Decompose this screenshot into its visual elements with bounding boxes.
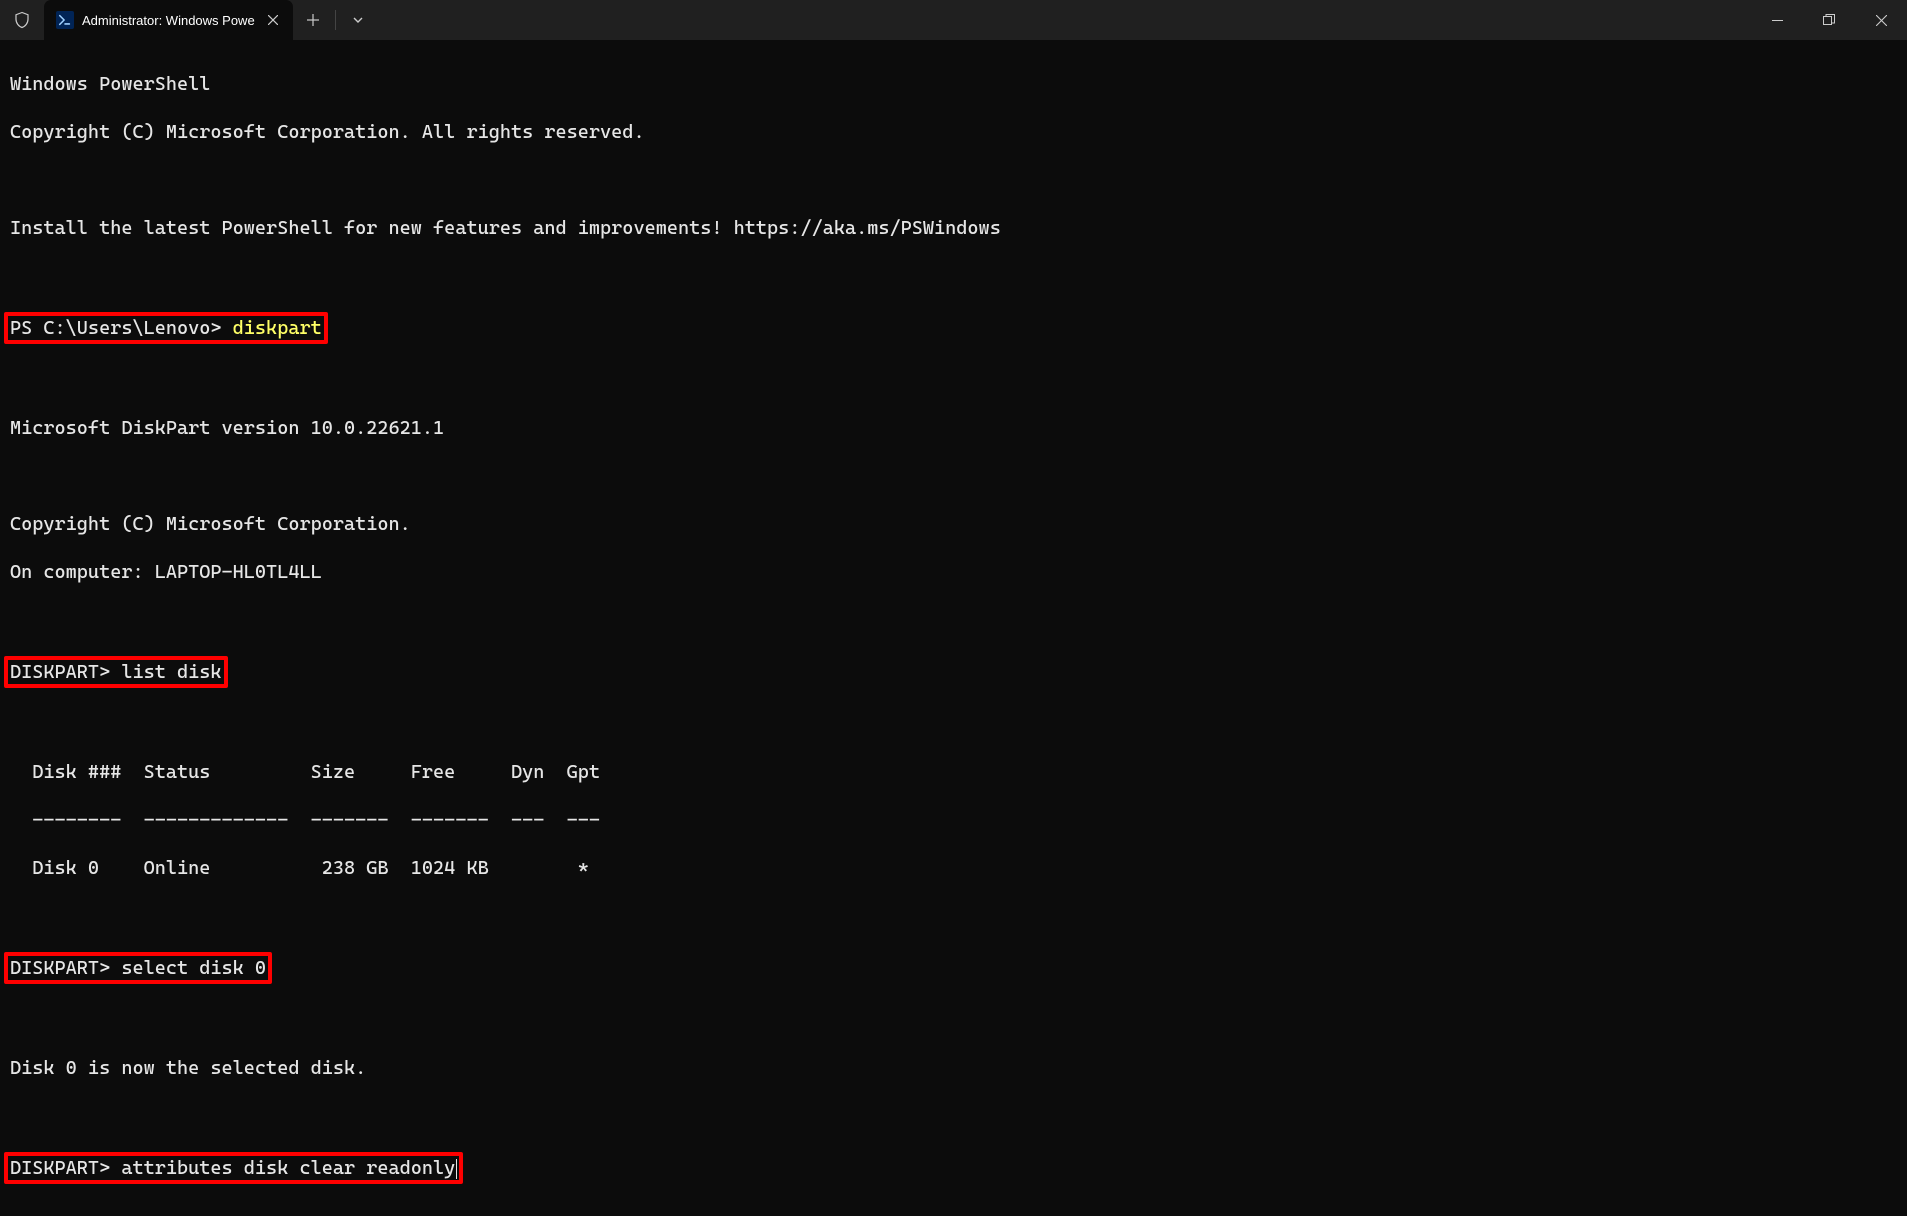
powershell-icon — [56, 11, 74, 29]
tab-close-button[interactable] — [263, 10, 283, 30]
divider — [335, 10, 336, 30]
command-text: attributes disk clear readonly — [121, 1157, 455, 1179]
highlighted-command-attributes: DISKPART> attributes disk clear readonly — [4, 1152, 463, 1184]
terminal-output[interactable]: Windows PowerShell Copyright (C) Microso… — [0, 40, 1907, 1216]
titlebar: Administrator: Windows Powe — [0, 0, 1907, 40]
minimize-button[interactable] — [1751, 0, 1803, 40]
diskpart-prompt: DISKPART> — [10, 1157, 121, 1179]
command-text: list disk — [121, 661, 221, 683]
command-text: select disk 0 — [121, 957, 266, 979]
diskpart-version: Microsoft DiskPart version 10.0.22621.1 — [10, 417, 444, 439]
disk-table-divider: -------- ------------- ------- ------- -… — [10, 809, 600, 831]
highlighted-command-listdisk: DISKPART> list disk — [4, 656, 228, 688]
disk-table-header: Disk ### Status Size Free Dyn Gpt — [10, 761, 600, 783]
tab-powershell[interactable]: Administrator: Windows Powe — [44, 0, 293, 40]
disk-table-row: Disk 0 Online 238 GB 1024 KB * — [10, 857, 589, 879]
tab-dropdown-button[interactable] — [338, 0, 378, 40]
tab-title: Administrator: Windows Powe — [82, 13, 255, 28]
command-text: diskpart — [233, 317, 322, 339]
close-button[interactable] — [1855, 0, 1907, 40]
ps-prompt: PS C:\Users\Lenovo> — [10, 317, 233, 339]
maximize-button[interactable] — [1803, 0, 1855, 40]
highlighted-command-diskpart: PS C:\Users\Lenovo> diskpart — [4, 312, 328, 344]
banner-line: Copyright (C) Microsoft Corporation. All… — [10, 121, 645, 143]
select-result: Disk 0 is now the selected disk. — [10, 1057, 366, 1079]
diskpart-prompt: DISKPART> — [10, 957, 121, 979]
diskpart-prompt: DISKPART> — [10, 661, 121, 683]
new-tab-button[interactable] — [293, 0, 333, 40]
shield-icon — [0, 0, 44, 40]
diskpart-copyright: Copyright (C) Microsoft Corporation. — [10, 513, 411, 535]
highlighted-command-selectdisk: DISKPART> select disk 0 — [4, 952, 272, 984]
banner-line: Windows PowerShell — [10, 73, 210, 95]
banner-line: Install the latest PowerShell for new fe… — [10, 217, 1001, 239]
titlebar-left: Administrator: Windows Powe — [0, 0, 1751, 40]
diskpart-computer: On computer: LAPTOP-HL0TL4LL — [10, 561, 322, 583]
window-controls — [1751, 0, 1907, 40]
text-cursor — [456, 1159, 457, 1179]
